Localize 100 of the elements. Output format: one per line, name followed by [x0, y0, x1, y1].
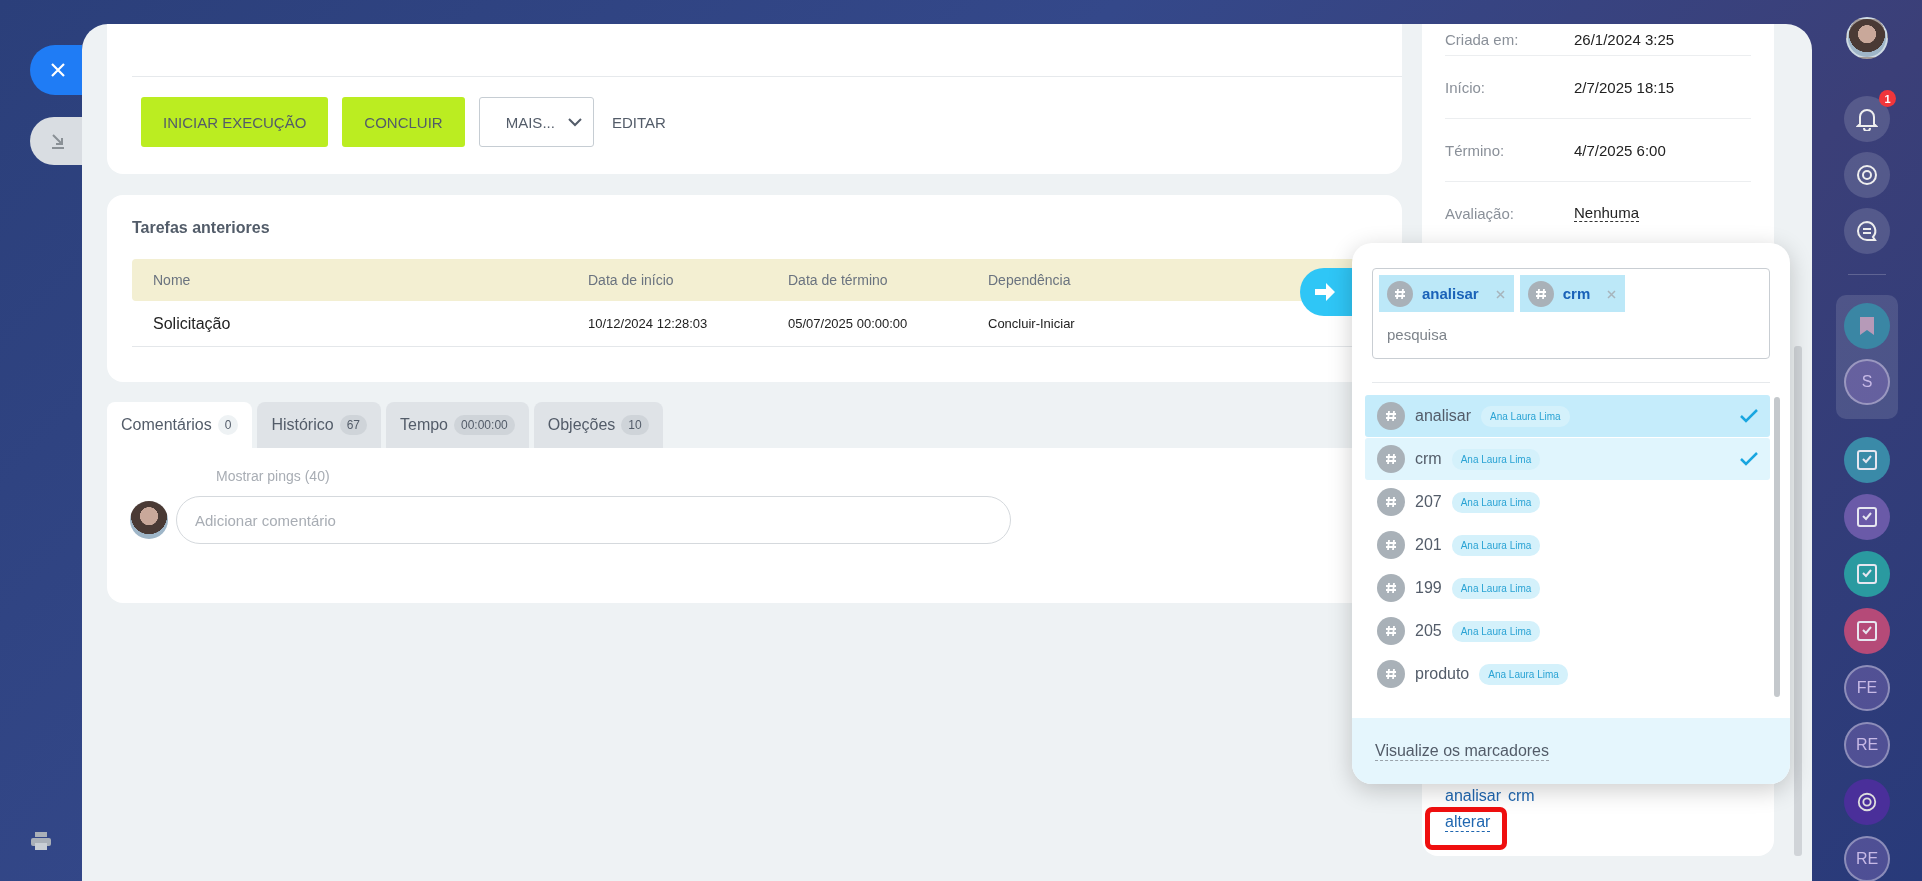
tab[interactable]: Histórico 67: [257, 402, 381, 448]
detail-value: 2/7/2025 18:15: [1574, 78, 1675, 96]
table-cell-text: 10/12/2024 12:28:03: [588, 316, 709, 331]
owner-pill: Ana Laura Lima: [1481, 405, 1570, 427]
close-icon: [1495, 290, 1505, 299]
tag-item[interactable]: analisar Ana Laura Lima: [1365, 395, 1770, 437]
copilot-chat-button[interactable]: [1844, 779, 1890, 825]
tag-name: produto: [1415, 665, 1470, 683]
notification-badge: 1: [1879, 90, 1896, 107]
arrow-down-right-icon: [49, 132, 67, 150]
arrow-right-icon: [1314, 282, 1336, 302]
action-button[interactable]: CONCLUIR: [342, 97, 465, 147]
more-dropdown-button[interactable]: MAIS...: [478, 97, 594, 147]
detail-label: Criada em:: [1445, 31, 1520, 48]
scrollbar[interactable]: [1774, 397, 1780, 697]
table-cell-text: Solicitação: [153, 314, 232, 333]
copilot-button[interactable]: [1844, 152, 1890, 198]
card-title: Tarefas anteriores: [132, 219, 271, 237]
tag-link[interactable]: analisar: [1445, 787, 1502, 805]
owner-pill: Ana Laura Lima: [1451, 577, 1541, 599]
check-icon: [1740, 409, 1758, 423]
column-header: Nome: [153, 272, 192, 288]
view-tags-link[interactable]: Visualize os marcadores: [1375, 741, 1549, 761]
tab-label: Histórico: [271, 416, 334, 434]
avatar: [130, 501, 168, 539]
tab[interactable]: Comentários 0: [107, 402, 253, 448]
hash-icon: [1377, 445, 1405, 473]
tag-name: crm: [1415, 450, 1442, 468]
owner-pill: Ana Laura Lima: [1451, 620, 1541, 642]
tag-name: analisar: [1415, 407, 1472, 425]
scrollbar[interactable]: [1794, 346, 1802, 856]
detail-value: 26/1/2024 3:25: [1574, 31, 1675, 48]
edit-link[interactable]: EDITAR: [607, 97, 670, 147]
tag-item[interactable]: 201 Ana Laura Lima: [1365, 524, 1770, 566]
task-button[interactable]: [1844, 608, 1890, 654]
action-button[interactable]: INICIAR EXECUÇÃO: [141, 97, 329, 147]
owner-pill: Ana Laura Lima: [1479, 663, 1568, 685]
owner-pill: Ana Laura Lima: [1451, 534, 1541, 556]
column-header: Data de início: [588, 272, 675, 288]
hash-icon: [1527, 280, 1554, 307]
tab-count: 0: [217, 415, 239, 435]
chat-button[interactable]: [1844, 208, 1890, 254]
chevron-down-icon: [566, 117, 583, 127]
task-icon: [1856, 563, 1878, 585]
close-icon: [50, 62, 66, 78]
tag-item[interactable]: produto Ana Laura Lima: [1365, 653, 1770, 695]
table-cell-text: 05/07/2025 00:00:00: [788, 316, 909, 331]
chip-label: crm: [1562, 285, 1591, 302]
avatar[interactable]: [1846, 17, 1888, 59]
tag-name: 207: [1415, 493, 1442, 511]
bookmark-button[interactable]: [1844, 303, 1890, 349]
hash-icon: [1377, 574, 1405, 602]
task-icon: [1856, 506, 1878, 528]
column-header: Data de término: [788, 272, 889, 288]
change-link[interactable]: alterar: [1445, 813, 1491, 832]
tab-count: 67: [339, 415, 367, 435]
task-icon: [1856, 449, 1878, 471]
chat-avatar[interactable]: RE: [1844, 722, 1890, 768]
tab[interactable]: Tempo 00:00:00: [386, 402, 529, 448]
detail-link[interactable]: Nenhuma: [1574, 204, 1640, 222]
tab-label: Tempo: [400, 416, 448, 434]
hash-icon: [1377, 531, 1405, 559]
tag-item[interactable]: crm Ana Laura Lima: [1365, 438, 1770, 480]
close-button[interactable]: [30, 45, 82, 95]
tag-item[interactable]: 207 Ana Laura Lima: [1365, 481, 1770, 523]
tab-label: Objeções: [547, 416, 616, 434]
column-header: Dependência: [988, 272, 1072, 288]
detail-value: 4/7/2025 6:00: [1574, 141, 1666, 159]
check-icon: [1740, 452, 1758, 466]
tag-name: 205: [1415, 622, 1442, 640]
chip-label: analisar: [1422, 285, 1479, 302]
chat-avatar[interactable]: FE: [1844, 665, 1890, 711]
task-icon: [1856, 620, 1878, 642]
notifications-button[interactable]: [1844, 96, 1890, 142]
comment-field[interactable]: Adicionar comentário: [176, 496, 1011, 544]
detail-label: Início:: [1445, 78, 1487, 96]
tab[interactable]: Objeções 10: [533, 402, 663, 448]
chat-avatar[interactable]: S: [1844, 359, 1890, 405]
bookmark-icon: [1859, 316, 1875, 336]
task-button[interactable]: [1844, 551, 1890, 597]
tab-count: 00:00:00: [454, 415, 515, 435]
print-icon[interactable]: [30, 831, 52, 851]
table-cell-text: Concluir-Iniciar: [988, 316, 1076, 331]
bell-icon: [1856, 107, 1878, 131]
chat-avatar[interactable]: RE: [1844, 836, 1890, 881]
detail-label: Avaliação:: [1445, 204, 1515, 222]
tag-link[interactable]: crm: [1508, 787, 1535, 805]
tag-item[interactable]: 199 Ana Laura Lima: [1365, 567, 1770, 609]
task-button[interactable]: [1844, 494, 1890, 540]
hash-icon: [1387, 280, 1413, 307]
task-button[interactable]: [1844, 437, 1890, 483]
owner-pill: Ana Laura Lima: [1451, 448, 1541, 470]
tag-search-field[interactable]: analisar crm pesquisa: [1372, 268, 1770, 359]
hash-icon: [1377, 617, 1405, 645]
owner-pill: Ana Laura Lima: [1451, 491, 1541, 513]
tab-label: Comentários: [121, 416, 212, 434]
detail-label: Término:: [1445, 141, 1506, 159]
tag-item[interactable]: 205 Ana Laura Lima: [1365, 610, 1770, 652]
tab-count: 10: [621, 415, 649, 435]
minimize-button[interactable]: [30, 117, 82, 165]
